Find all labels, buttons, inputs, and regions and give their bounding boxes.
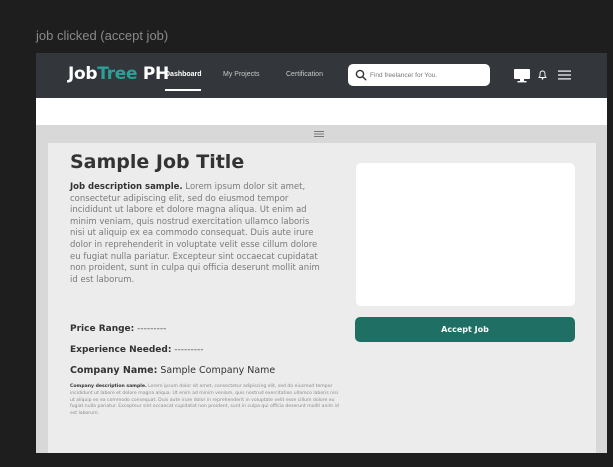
- company-description: Company description sample. Lorem ipsum …: [70, 384, 340, 418]
- logo-text-tree: Tree: [97, 64, 138, 84]
- company-description-lead: Company description sample.: [70, 384, 147, 389]
- job-image-placeholder: [356, 163, 575, 306]
- menu-icon[interactable]: [558, 70, 571, 80]
- experience-label: Experience Needed:: [70, 345, 172, 355]
- search-bar[interactable]: [348, 64, 490, 86]
- drag-handle-icon[interactable]: [314, 131, 324, 137]
- price-range: Price Range: ---------: [70, 324, 166, 334]
- company-name-label: Company Name:: [70, 365, 158, 376]
- navbar: JobTree PH Dashboard My Projects Certifi…: [36, 53, 607, 98]
- job-title: Sample Job Title: [70, 151, 245, 173]
- logo[interactable]: JobTree PH: [68, 64, 169, 84]
- job-description: Job description sample. Lorem ipsum dolo…: [70, 182, 320, 286]
- app-frame: JobTree PH Dashboard My Projects Certifi…: [36, 53, 607, 453]
- nav-active-underline: [165, 89, 201, 91]
- subheader-band: [36, 98, 607, 125]
- company-name-value: Sample Company Name: [157, 365, 276, 376]
- price-range-label: Price Range:: [70, 324, 135, 334]
- job-description-body: Lorem ipsum dolor sit amet, consectetur …: [70, 182, 320, 285]
- nav-link-dashboard[interactable]: Dashboard: [165, 71, 202, 78]
- search-icon: [355, 69, 367, 81]
- bell-icon[interactable]: [538, 70, 547, 80]
- monitor-icon[interactable]: [513, 68, 531, 83]
- nav-link-my-projects[interactable]: My Projects: [223, 71, 260, 78]
- company-name: Company Name: Sample Company Name: [70, 365, 275, 376]
- frame-label: job clicked (accept job): [36, 28, 169, 43]
- experience-needed: Experience Needed: ---------: [70, 345, 204, 355]
- accept-job-button[interactable]: Accept Job: [355, 317, 575, 342]
- price-range-value: ---------: [134, 324, 167, 334]
- nav-link-certification[interactable]: Certification: [286, 71, 323, 78]
- experience-value: ---------: [171, 345, 204, 355]
- logo-text-job: Job: [68, 64, 98, 84]
- search-input[interactable]: [370, 68, 482, 82]
- job-description-lead: Job description sample.: [70, 182, 183, 192]
